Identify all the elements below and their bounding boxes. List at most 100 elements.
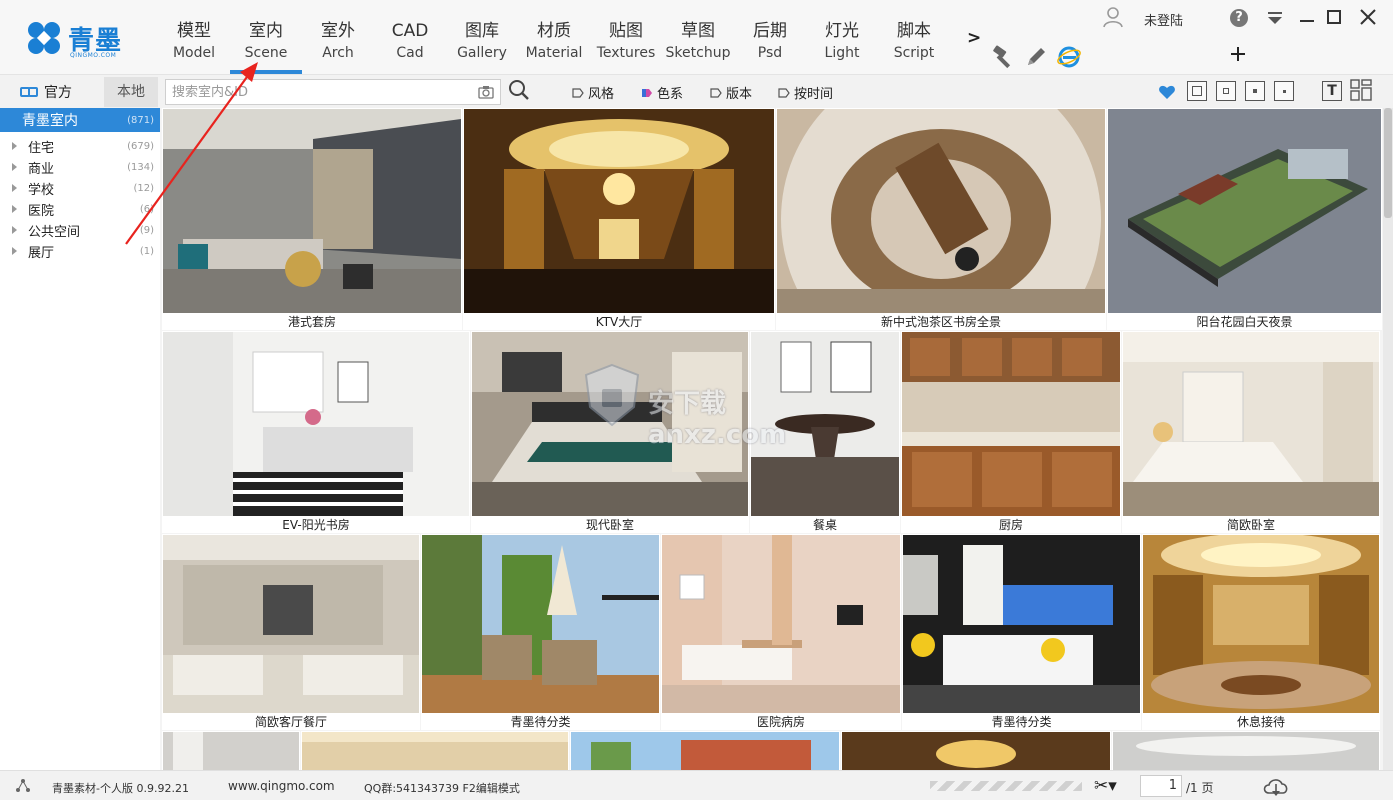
- user-avatar-icon[interactable]: [1102, 6, 1124, 28]
- sidebar-item-public-space[interactable]: 公共空间 (9): [0, 220, 160, 241]
- tab-local[interactable]: 本地: [104, 77, 158, 107]
- view-medium-button[interactable]: [1216, 81, 1236, 101]
- login-status[interactable]: 未登陆: [1144, 10, 1183, 29]
- sidebar-item-hospital[interactable]: 医院 (6): [0, 199, 160, 220]
- gallery-tile[interactable]: [1112, 731, 1380, 770]
- sidebar-item-count: (679): [127, 141, 154, 152]
- tab-psd[interactable]: 后期 Psd: [734, 18, 806, 74]
- expand-arrow-icon[interactable]: [12, 184, 17, 192]
- gallery-tile[interactable]: 港式套房: [162, 108, 462, 330]
- hammer-icon[interactable]: [990, 45, 1016, 69]
- view-small-button[interactable]: [1245, 81, 1265, 101]
- sidebar-item-residential[interactable]: 住宅 (679): [0, 136, 160, 157]
- gallery-tile[interactable]: 新中式泡茶区书房全景: [776, 108, 1106, 330]
- website-link[interactable]: www.qingmo.com: [228, 779, 335, 793]
- tile-caption: 休息接待: [1142, 714, 1380, 730]
- thumbnail-image: [163, 332, 469, 516]
- gallery-tile[interactable]: 厨房: [901, 331, 1121, 533]
- sidebar-root-count: (871): [127, 114, 154, 126]
- tab-light[interactable]: 灯光 Light: [806, 18, 878, 74]
- gallery-tile[interactable]: 休息接待: [1142, 534, 1380, 730]
- page-number-input[interactable]: 1: [1140, 775, 1182, 797]
- help-icon[interactable]: ?: [1230, 9, 1248, 27]
- tag-icon: [572, 87, 584, 98]
- tab-arch[interactable]: 室外 Arch: [302, 18, 374, 74]
- tab-cad[interactable]: CAD Cad: [374, 18, 446, 74]
- view-large-button[interactable]: [1187, 81, 1207, 101]
- expand-arrow-icon[interactable]: [12, 226, 17, 234]
- logo-mark-icon: [28, 22, 60, 54]
- sidebar-item-label: 住宅: [28, 141, 55, 156]
- expand-arrow-icon[interactable]: [12, 163, 17, 171]
- filter-toolbar: 官方 本地 风格 色系 版本: [0, 74, 1393, 108]
- thumbnail-image: [1123, 332, 1379, 516]
- add-icon[interactable]: [1228, 44, 1248, 64]
- browser-icon[interactable]: [1057, 45, 1081, 69]
- tab-material-cn: 材质: [537, 21, 571, 41]
- tile-caption: 简欧卧室: [1122, 517, 1380, 533]
- thumbnail-image: [571, 732, 839, 770]
- gallery-tile[interactable]: KTV大厅: [463, 108, 775, 330]
- sidebar-item-school[interactable]: 学校 (12): [0, 178, 160, 199]
- search-input[interactable]: [166, 80, 466, 104]
- tab-script[interactable]: 脚本 Script: [878, 18, 950, 74]
- tab-sketchup[interactable]: 草图 Sketchup: [662, 18, 734, 74]
- tab-material[interactable]: 材质 Material: [518, 18, 590, 74]
- close-icon[interactable]: [1358, 7, 1378, 27]
- tab-textures-en: Textures: [596, 45, 656, 61]
- sidebar-item-showroom[interactable]: 展厅 (1): [0, 241, 160, 262]
- gallery-tile[interactable]: [841, 731, 1111, 770]
- logo-domain: QINGMO.COM: [70, 52, 117, 59]
- filter-time[interactable]: 按时间: [778, 83, 833, 102]
- tile-caption: 医院病房: [661, 714, 901, 730]
- maximize-icon[interactable]: [1326, 9, 1342, 25]
- tab-cad-en: Cad: [396, 45, 424, 61]
- favorites-heart-icon[interactable]: [1158, 84, 1176, 100]
- sidebar-item-commercial[interactable]: 商业 (134): [0, 157, 160, 178]
- filter-version-label: 版本: [726, 87, 753, 102]
- gallery-tile[interactable]: [301, 731, 569, 770]
- sidebar-root-label: 青墨室内: [22, 113, 78, 129]
- sidebar-item-root[interactable]: 青墨室内 (871): [0, 108, 160, 132]
- tab-model[interactable]: 模型 Model: [158, 18, 230, 74]
- view-tiny-button[interactable]: [1274, 81, 1294, 101]
- category-nav: 模型 Model 室内 Scene 室外 Arch CAD Cad 图库 Gallery …: [158, 18, 950, 74]
- thumbnail-image: [163, 732, 299, 770]
- filter-color[interactable]: 色系: [641, 83, 683, 102]
- share-icon[interactable]: [14, 778, 32, 794]
- tab-scene[interactable]: 室内 Scene: [230, 18, 302, 74]
- pencil-icon[interactable]: [1024, 45, 1048, 69]
- nav-more-button[interactable]: >: [967, 28, 981, 48]
- gallery-tile[interactable]: 青墨待分类: [421, 534, 660, 730]
- tab-official[interactable]: 官方: [0, 77, 104, 107]
- gallery-tile[interactable]: 医院病房: [661, 534, 901, 730]
- gallery-tile[interactable]: 简欧卧室: [1122, 331, 1380, 533]
- text-view-button[interactable]: T: [1322, 81, 1342, 101]
- gallery-tile[interactable]: [570, 731, 840, 770]
- gallery-tile[interactable]: 简欧客厅餐厅: [162, 534, 420, 730]
- gallery-tile[interactable]: 阳台花园白天夜景: [1107, 108, 1382, 330]
- gallery-tile[interactable]: 青墨待分类: [902, 534, 1141, 730]
- gallery-tile[interactable]: EV-阳光书房: [162, 331, 470, 533]
- tile-caption: 餐桌: [750, 517, 900, 533]
- camera-icon[interactable]: [478, 85, 494, 99]
- grid-view-icon[interactable]: [1350, 79, 1372, 101]
- gallery-tile[interactable]: [162, 731, 300, 770]
- thumbnail-image: [902, 332, 1120, 516]
- shield-icon: [584, 363, 640, 427]
- minimize-icon[interactable]: [1298, 10, 1316, 26]
- tab-gallery[interactable]: 图库 Gallery: [446, 18, 518, 74]
- app-window: 青墨 QINGMO.COM 模型 Model 室内 Scene 室外 Arch CAD…: [0, 0, 1393, 800]
- expand-arrow-icon[interactable]: [12, 205, 17, 213]
- filter-version[interactable]: 版本: [710, 83, 752, 102]
- expand-arrow-icon[interactable]: [12, 142, 17, 150]
- scissors-icon[interactable]: ✂▾: [1094, 776, 1124, 796]
- filter-style[interactable]: 风格: [572, 83, 614, 102]
- gallery-scrollbar-thumb[interactable]: [1384, 108, 1392, 218]
- cloud-download-icon[interactable]: [1262, 775, 1290, 797]
- menu-dropdown-icon[interactable]: [1266, 10, 1284, 26]
- search-icon[interactable]: [508, 79, 530, 101]
- tab-textures[interactable]: 贴图 Textures: [590, 18, 662, 74]
- color-tag-icon: [642, 88, 652, 97]
- expand-arrow-icon[interactable]: [12, 247, 17, 255]
